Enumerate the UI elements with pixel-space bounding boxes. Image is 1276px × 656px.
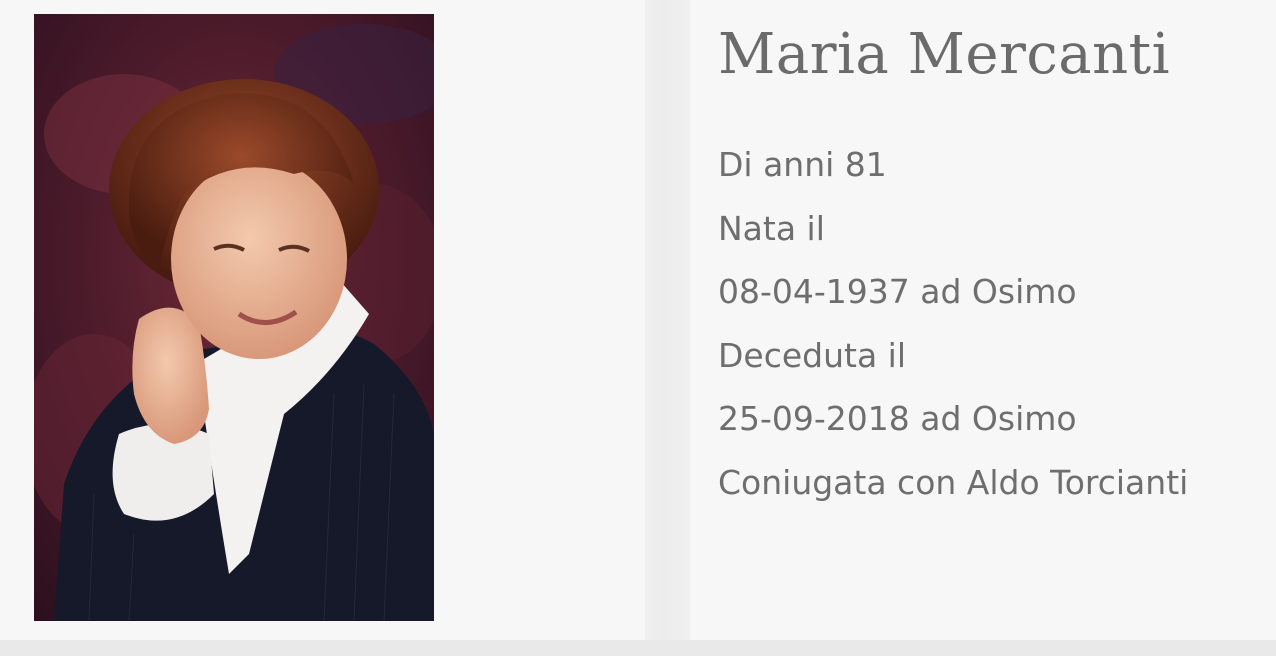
- birth-date-place: 08-04-1937 ad Osimo: [718, 272, 1077, 311]
- spouse-line: Coniugata con Aldo Torcianti: [718, 462, 1189, 502]
- person-details: Di anni 81 Nata il 08-04-1937 ad Osimo D…: [718, 133, 1188, 514]
- portrait-photo: [34, 14, 434, 621]
- birth-label: Nata il: [718, 208, 825, 248]
- death-label: Deceduta il: [718, 335, 907, 375]
- person-name: Maria Mercanti: [718, 22, 1171, 87]
- column-gutter: [645, 0, 690, 640]
- bottom-divider: [0, 640, 1276, 656]
- death-date-place: 25-09-2018 ad Osimo: [718, 399, 1077, 438]
- age-line: Di anni 81: [718, 145, 887, 184]
